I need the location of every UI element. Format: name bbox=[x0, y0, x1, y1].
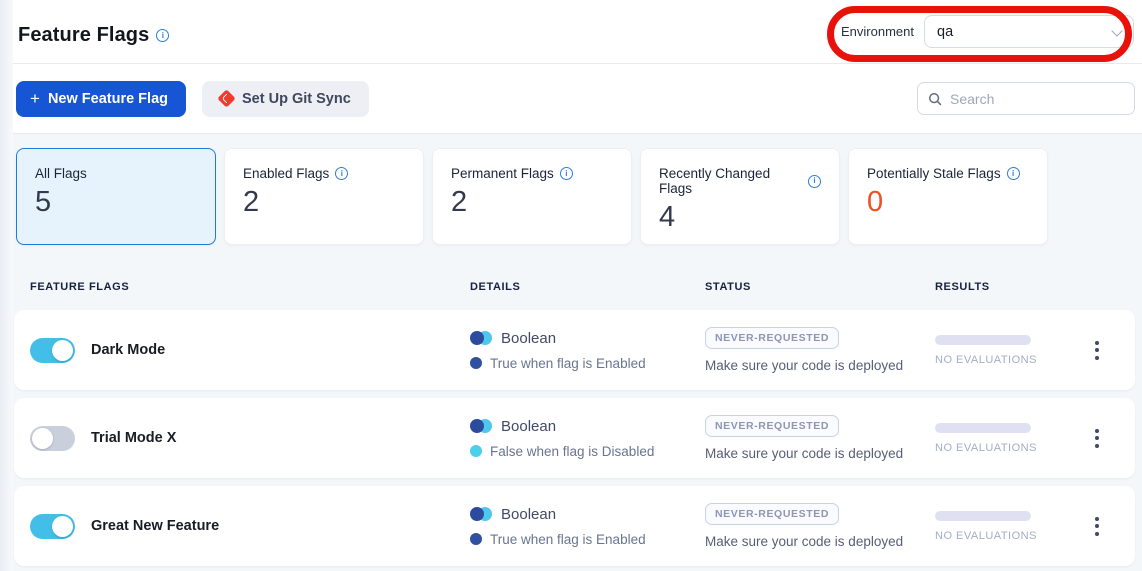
stats-row: All Flags 5 Enabled Flags i 2 Permanent … bbox=[16, 148, 1142, 245]
row-kebab-menu-icon[interactable] bbox=[1089, 423, 1105, 454]
content-area: All Flags 5 Enabled Flags i 2 Permanent … bbox=[0, 134, 1142, 571]
stat-label: Permanent Flags bbox=[451, 166, 554, 181]
toggle-knob bbox=[52, 516, 73, 537]
status-badge: NEVER-REQUESTED bbox=[705, 327, 839, 349]
environment-dropdown[interactable]: qa bbox=[924, 15, 1134, 48]
title-info-icon[interactable]: i bbox=[156, 29, 169, 42]
set-up-git-sync-button[interactable]: Set Up Git Sync bbox=[202, 81, 369, 117]
evaluations-placeholder-bar bbox=[935, 335, 1031, 345]
new-feature-flag-button[interactable]: + New Feature Flag bbox=[16, 81, 186, 117]
stat-label: Potentially Stale Flags bbox=[867, 166, 1001, 181]
column-header-results: RESULTS bbox=[919, 281, 1059, 293]
row-kebab-menu-icon[interactable] bbox=[1089, 335, 1105, 366]
status-badge: NEVER-REQUESTED bbox=[705, 415, 839, 437]
environment-value: qa bbox=[937, 24, 953, 40]
boolean-type-icon bbox=[470, 331, 492, 345]
status-text: Make sure your code is deployed bbox=[705, 358, 919, 373]
info-icon[interactable]: i bbox=[560, 167, 573, 180]
page-title: Feature Flags bbox=[18, 24, 149, 47]
stat-label: Enabled Flags bbox=[243, 166, 329, 181]
stat-card-recently-changed-flags[interactable]: Recently Changed Flags i 4 bbox=[640, 148, 840, 245]
flag-type-label: Boolean bbox=[501, 506, 556, 523]
boolean-type-icon bbox=[470, 419, 492, 433]
status-badge: NEVER-REQUESTED bbox=[705, 503, 839, 525]
flag-type-label: Boolean bbox=[501, 330, 556, 347]
status-text: Make sure your code is deployed bbox=[705, 446, 919, 461]
flag-toggle[interactable] bbox=[30, 514, 75, 539]
evaluations-text: NO EVALUATIONS bbox=[935, 354, 1031, 366]
page-left-edge-strip bbox=[0, 0, 13, 571]
stat-value: 5 bbox=[35, 188, 197, 217]
variation-dot-icon bbox=[470, 533, 482, 545]
info-icon[interactable]: i bbox=[335, 167, 348, 180]
flag-name[interactable]: Great New Feature bbox=[91, 518, 219, 534]
table-row: Trial Mode X Boolean False when flag is … bbox=[14, 398, 1135, 478]
boolean-type-icon bbox=[470, 507, 492, 521]
evaluations-text: NO EVALUATIONS bbox=[935, 442, 1031, 454]
evaluations-placeholder-bar bbox=[935, 511, 1031, 521]
column-header-details: DETAILS bbox=[454, 281, 689, 293]
search-icon bbox=[928, 92, 942, 106]
variation-text: True when flag is Enabled bbox=[490, 356, 646, 371]
flag-toggle[interactable] bbox=[30, 426, 75, 451]
stat-card-all-flags[interactable]: All Flags 5 bbox=[16, 148, 216, 245]
plus-icon: + bbox=[30, 90, 40, 107]
variation-text: True when flag is Enabled bbox=[490, 532, 646, 547]
stat-label: All Flags bbox=[35, 166, 87, 181]
row-kebab-menu-icon[interactable] bbox=[1089, 511, 1105, 542]
git-sync-label: Set Up Git Sync bbox=[242, 91, 351, 107]
stat-card-enabled-flags[interactable]: Enabled Flags i 2 bbox=[224, 148, 424, 245]
toolbar: + New Feature Flag Set Up Git Sync bbox=[0, 64, 1142, 134]
info-icon[interactable]: i bbox=[808, 175, 821, 188]
stat-value: 2 bbox=[243, 188, 405, 217]
flag-name[interactable]: Trial Mode X bbox=[91, 430, 176, 446]
flag-toggle[interactable] bbox=[30, 338, 75, 363]
new-feature-flag-label: New Feature Flag bbox=[48, 91, 168, 107]
environment-label: Environment bbox=[841, 24, 914, 39]
table-header: FEATURE FLAGS DETAILS STATUS RESULTS bbox=[14, 245, 1142, 310]
stat-card-permanent-flags[interactable]: Permanent Flags i 2 bbox=[432, 148, 632, 245]
stat-value: 0 bbox=[867, 188, 1029, 217]
stat-value: 2 bbox=[451, 188, 613, 217]
git-icon bbox=[217, 89, 235, 107]
table-row: Great New Feature Boolean True when flag… bbox=[14, 486, 1135, 566]
page-header: Feature Flags i Environment qa bbox=[0, 0, 1142, 64]
table-row: Dark Mode Boolean True when flag is Enab… bbox=[14, 310, 1135, 390]
title-wrap: Feature Flags i bbox=[18, 24, 169, 47]
search-box[interactable] bbox=[917, 82, 1135, 115]
chevron-down-icon bbox=[1111, 25, 1122, 36]
evaluations-text: NO EVALUATIONS bbox=[935, 530, 1031, 542]
flag-type-label: Boolean bbox=[501, 418, 556, 435]
stat-card-potentially-stale-flags[interactable]: Potentially Stale Flags i 0 bbox=[848, 148, 1048, 245]
column-header-status: STATUS bbox=[689, 281, 919, 293]
environment-selector: Environment qa bbox=[841, 15, 1134, 48]
variation-dot-icon bbox=[470, 357, 482, 369]
toggle-knob bbox=[32, 428, 53, 449]
stat-label: Recently Changed Flags bbox=[659, 166, 802, 196]
variation-dot-icon bbox=[470, 445, 482, 457]
info-icon[interactable]: i bbox=[1007, 167, 1020, 180]
flag-name[interactable]: Dark Mode bbox=[91, 342, 165, 358]
variation-text: False when flag is Disabled bbox=[490, 444, 654, 459]
column-header-feature-flags: FEATURE FLAGS bbox=[14, 281, 454, 293]
evaluations-placeholder-bar bbox=[935, 423, 1031, 433]
status-text: Make sure your code is deployed bbox=[705, 534, 919, 549]
search-input[interactable] bbox=[950, 91, 1124, 107]
stat-value: 4 bbox=[659, 203, 821, 232]
toggle-knob bbox=[52, 340, 73, 361]
